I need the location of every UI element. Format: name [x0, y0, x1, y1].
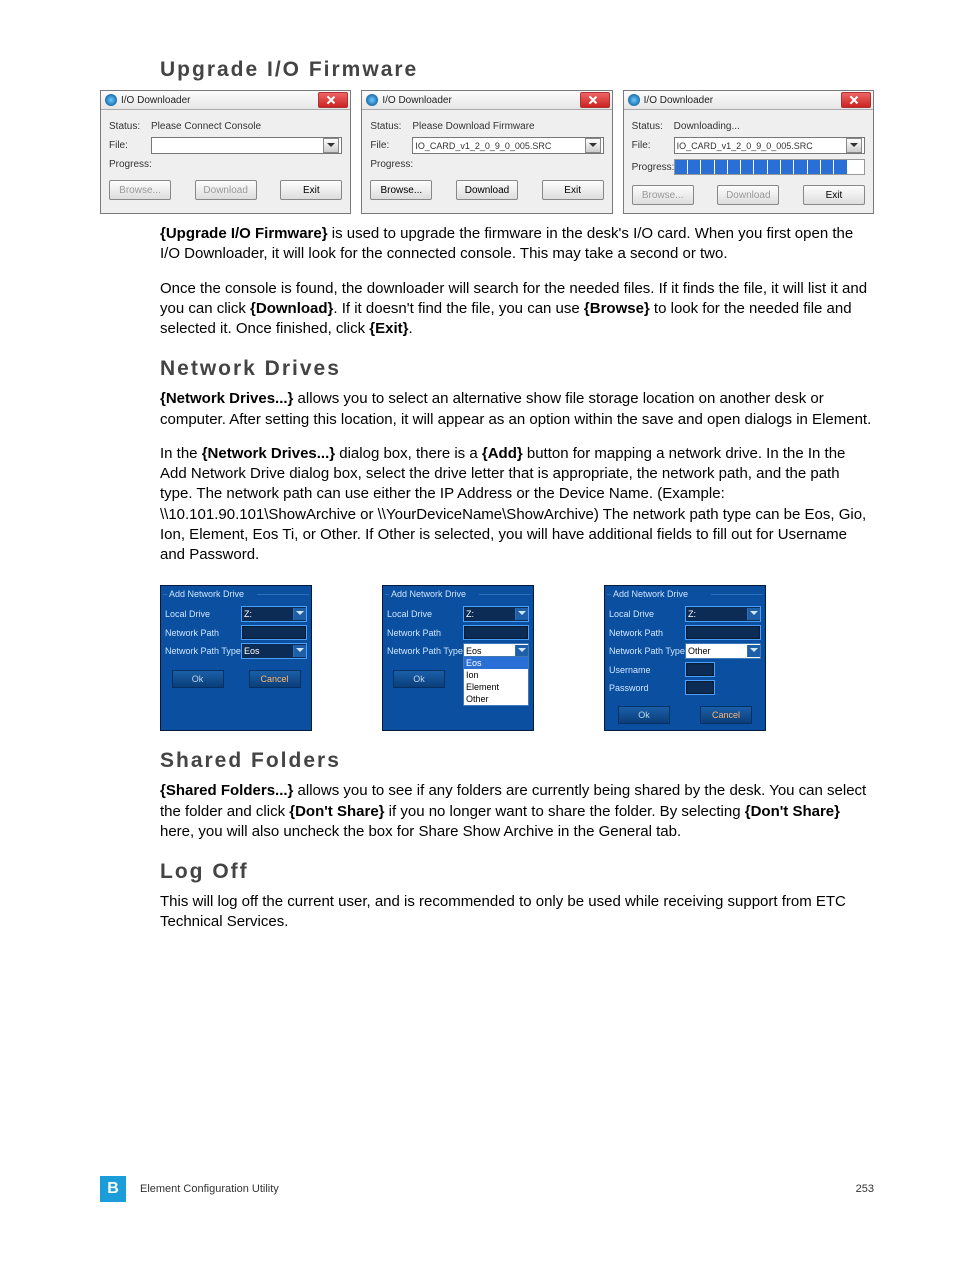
chevron-down-icon[interactable]: [585, 138, 601, 153]
exit-button[interactable]: Exit: [803, 185, 865, 205]
label-username: Username: [609, 665, 685, 675]
chevron-down-icon[interactable]: [846, 138, 862, 153]
para-logoff: This will log off the current user, and …: [160, 892, 874, 933]
para-network-1: {Network Drives...} allows you to select…: [160, 389, 874, 430]
add-network-drive-dialog-3: Add Network Drive Local DriveZ: Network …: [604, 585, 766, 731]
status-value: Please Connect Console: [151, 121, 342, 132]
heading-shared-folders: Shared Folders: [160, 749, 874, 773]
label-password: Password: [609, 683, 685, 693]
network-path-input[interactable]: [463, 625, 529, 640]
label-network-path: Network Path: [609, 628, 685, 638]
dropdown-option[interactable]: Ion: [464, 669, 528, 681]
label-local-drive: Local Drive: [609, 609, 685, 619]
io-downloader-screenshots: I/O Downloader Status:Please Connect Con…: [100, 90, 874, 214]
io-downloader-window-1: I/O Downloader Status:Please Connect Con…: [100, 90, 351, 214]
io-downloader-window-3: I/O Downloader Status:Downloading... Fil…: [623, 90, 874, 214]
label-progress: Progress:: [632, 162, 674, 173]
add-network-drive-dialog-1: Add Network Drive Local DriveZ: Network …: [160, 585, 312, 731]
label-status: Status:: [370, 121, 412, 132]
label-progress: Progress:: [370, 159, 412, 170]
label-network-path: Network Path: [387, 628, 463, 638]
file-dropdown[interactable]: [151, 137, 342, 154]
label-progress: Progress:: [109, 159, 151, 170]
close-icon[interactable]: [318, 92, 348, 108]
dialog-title: Add Network Drive: [383, 586, 533, 601]
download-button: Download: [717, 185, 779, 205]
label-network-path-type: Network Path Type: [165, 646, 241, 656]
chevron-down-icon[interactable]: [323, 138, 339, 153]
network-path-type-select[interactable]: Other: [685, 643, 761, 659]
heading-log-off: Log Off: [160, 860, 874, 884]
app-icon: [366, 94, 378, 106]
password-input[interactable]: [685, 680, 715, 695]
para-upgrade-1: {Upgrade I/O Firmware} is used to upgrad…: [160, 224, 874, 265]
ok-button[interactable]: Ok: [393, 670, 445, 688]
network-path-input[interactable]: [241, 625, 307, 640]
dropdown-option[interactable]: Eos: [464, 657, 528, 669]
io-downloader-window-2: I/O Downloader Status:Please Download Fi…: [361, 90, 612, 214]
chevron-down-icon[interactable]: [747, 645, 760, 657]
window-title: I/O Downloader: [644, 95, 841, 106]
chevron-down-icon[interactable]: [515, 608, 528, 620]
status-value: Downloading...: [674, 121, 865, 132]
para-network-2: In the {Network Drives...} dialog box, t…: [160, 444, 874, 566]
footer-text: Element Configuration Utility: [140, 1183, 279, 1195]
para-shared: {Shared Folders...} allows you to see if…: [160, 781, 874, 842]
window-title: I/O Downloader: [382, 95, 579, 106]
label-local-drive: Local Drive: [165, 609, 241, 619]
local-drive-select[interactable]: Z:: [463, 606, 529, 622]
close-icon[interactable]: [841, 92, 871, 108]
add-network-drive-dialog-2: Add Network Drive Local DriveZ: Network …: [382, 585, 534, 731]
ok-button[interactable]: Ok: [172, 670, 224, 688]
heading-network-drives: Network Drives: [160, 357, 874, 381]
download-button: Download: [195, 180, 257, 200]
network-path-type-dropdown-list[interactable]: Eos Ion Element Other: [463, 656, 529, 706]
dialog-title: Add Network Drive: [605, 586, 765, 601]
label-network-path-type: Network Path Type: [387, 646, 463, 656]
browse-button[interactable]: Browse...: [370, 180, 432, 200]
page-number: 253: [856, 1183, 874, 1195]
appendix-badge: B: [100, 1176, 126, 1202]
add-network-drive-screenshots: Add Network Drive Local DriveZ: Network …: [160, 585, 874, 731]
cancel-button[interactable]: Cancel: [249, 670, 301, 688]
dialog-title: Add Network Drive: [161, 586, 311, 601]
status-value: Please Download Firmware: [412, 121, 603, 132]
file-dropdown[interactable]: IO_CARD_v1_2_0_9_0_005.SRC: [412, 137, 603, 154]
username-input[interactable]: [685, 662, 715, 677]
para-upgrade-2: Once the console is found, the downloade…: [160, 279, 874, 340]
cancel-button[interactable]: Cancel: [700, 706, 752, 724]
exit-button[interactable]: Exit: [542, 180, 604, 200]
ok-button[interactable]: Ok: [618, 706, 670, 724]
dropdown-option[interactable]: Element: [464, 681, 528, 693]
local-drive-select[interactable]: Z:: [241, 606, 307, 622]
dropdown-option[interactable]: Other: [464, 693, 528, 705]
app-icon: [628, 94, 640, 106]
window-title: I/O Downloader: [121, 95, 318, 106]
label-network-path: Network Path: [165, 628, 241, 638]
label-file: File:: [370, 140, 412, 151]
label-file: File:: [632, 140, 674, 151]
network-path-input[interactable]: [685, 625, 761, 640]
chevron-down-icon[interactable]: [747, 608, 760, 620]
browse-button: Browse...: [632, 185, 694, 205]
network-path-type-select[interactable]: Eos: [241, 643, 307, 659]
local-drive-select[interactable]: Z:: [685, 606, 761, 622]
chevron-down-icon[interactable]: [293, 645, 306, 657]
app-icon: [105, 94, 117, 106]
exit-button[interactable]: Exit: [280, 180, 342, 200]
download-button[interactable]: Download: [456, 180, 518, 200]
browse-button: Browse...: [109, 180, 171, 200]
label-status: Status:: [632, 121, 674, 132]
progress-bar: [674, 159, 865, 175]
page-footer: B Element Configuration Utility 253: [100, 1176, 874, 1202]
file-dropdown[interactable]: IO_CARD_v1_2_0_9_0_005.SRC: [674, 137, 865, 154]
heading-upgrade-io-firmware: Upgrade I/O Firmware: [160, 58, 874, 82]
label-local-drive: Local Drive: [387, 609, 463, 619]
label-file: File:: [109, 140, 151, 151]
label-network-path-type: Network Path Type: [609, 646, 685, 656]
close-icon[interactable]: [580, 92, 610, 108]
chevron-down-icon[interactable]: [293, 608, 306, 620]
label-status: Status:: [109, 121, 151, 132]
